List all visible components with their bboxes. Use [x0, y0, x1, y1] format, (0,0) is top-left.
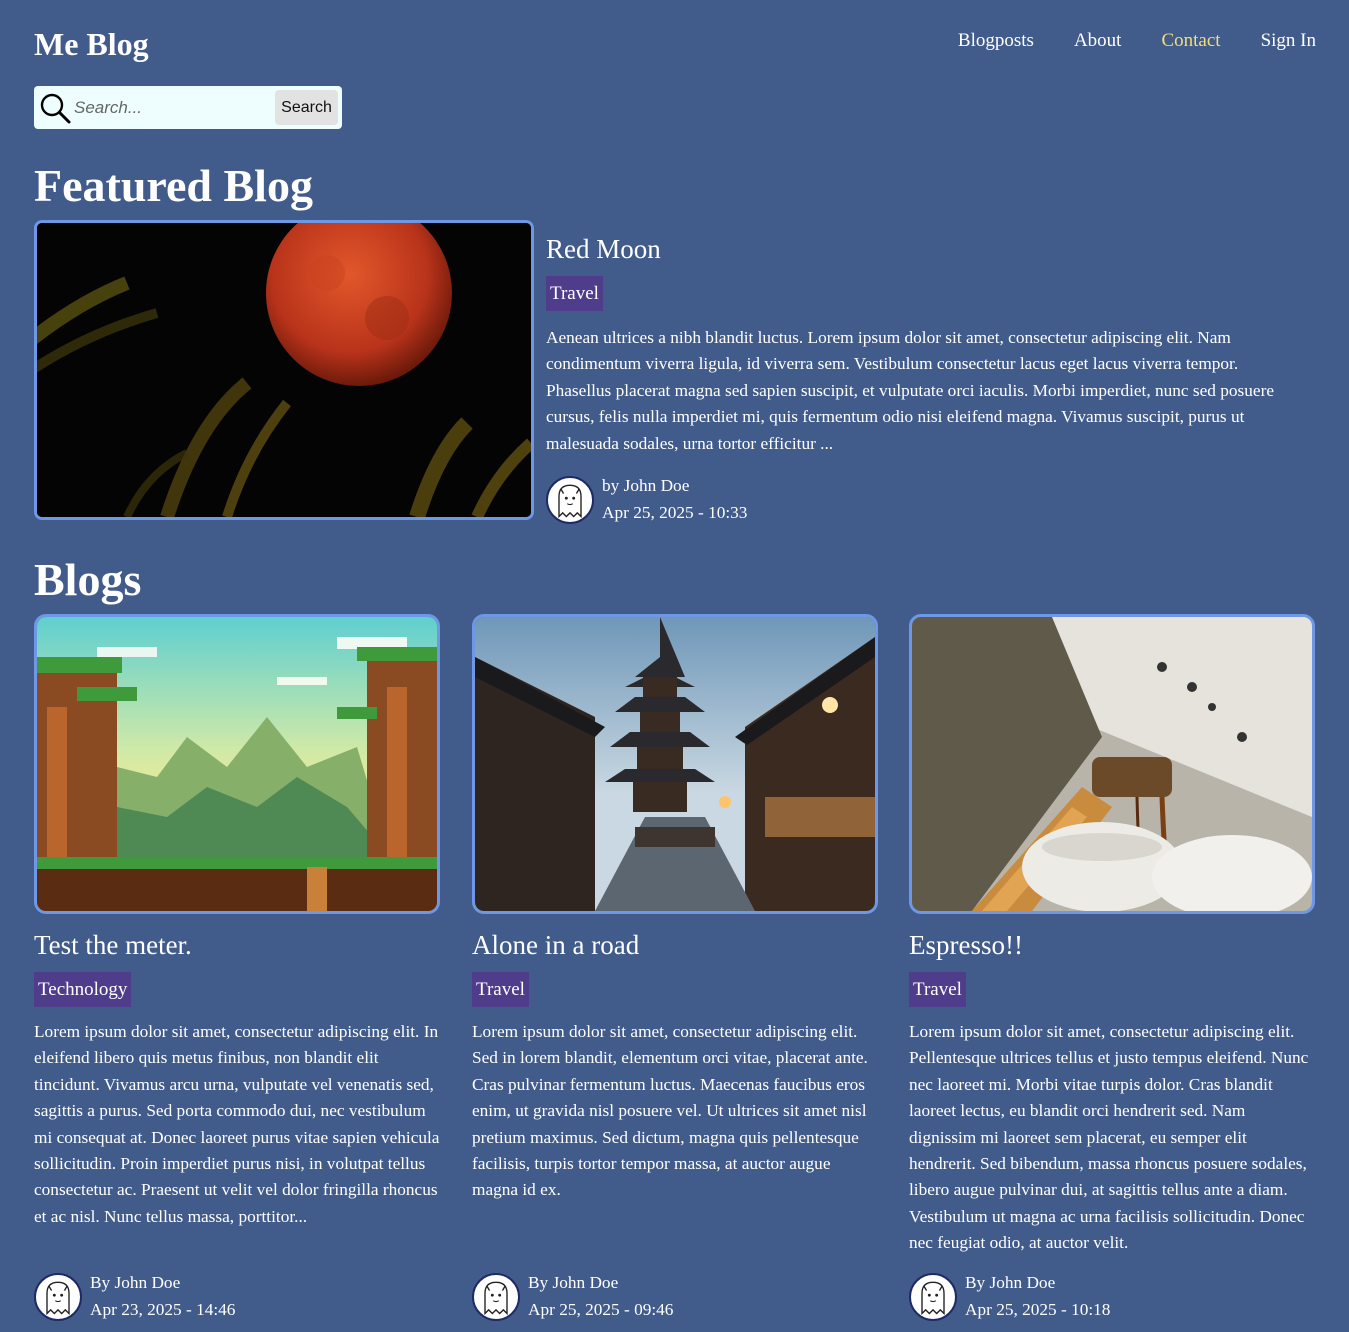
blog-card-excerpt: Lorem ipsum dolor sit amet, consectetur …: [909, 1022, 1309, 1253]
featured-post-tag[interactable]: Travel: [546, 276, 603, 311]
blog-card-author: By John Doe Apr 25, 2025 - 09:46: [472, 1270, 673, 1323]
featured-post: Red Moon Travel Aenean ultrices a nibh b…: [546, 228, 1306, 526]
ghost-avatar-icon: [484, 1281, 508, 1315]
main-nav: Blogposts About Contact Sign In: [958, 30, 1316, 52]
blog-card-author: By John Doe Apr 25, 2025 - 10:18: [909, 1270, 1110, 1323]
blog-card-title[interactable]: Alone in a road: [472, 924, 878, 966]
author-name[interactable]: By John Doe: [90, 1270, 235, 1297]
nav-sign-in[interactable]: Sign In: [1261, 30, 1316, 52]
blog-card-excerpt: Lorem ipsum dolor sit amet, consectetur …: [472, 1022, 868, 1200]
blog-card-title[interactable]: Espresso!!: [909, 924, 1315, 966]
featured-section-title: Featured Blog: [34, 160, 313, 211]
search-input[interactable]: [72, 90, 266, 125]
post-date: Apr 25, 2025 - 09:46: [528, 1299, 674, 1319]
author-name[interactable]: By John Doe: [965, 1270, 1110, 1297]
featured-post-title[interactable]: Red Moon: [546, 228, 1306, 270]
blog-card-title[interactable]: Test the meter.: [34, 924, 440, 966]
blogs-section-title: Blogs: [34, 554, 142, 605]
blog-card-tag[interactable]: Travel: [909, 972, 966, 1007]
blog-card-image[interactable]: [472, 614, 878, 914]
search-button[interactable]: Search: [275, 90, 338, 125]
blog-card: Espresso!! Travel Lorem ipsum dolor sit …: [909, 614, 1315, 1321]
post-date: Apr 25, 2025 - 10:18: [965, 1299, 1111, 1319]
nav-blogposts[interactable]: Blogposts: [958, 30, 1034, 52]
ghost-avatar-icon: [921, 1281, 945, 1315]
featured-post-author: by John Doe Apr 25, 2025 - 10:33: [546, 473, 1306, 526]
ghost-avatar-icon: [558, 484, 582, 518]
nav-about[interactable]: About: [1074, 30, 1122, 52]
author-name[interactable]: by John Doe: [602, 473, 747, 500]
blog-card: Alone in a road Travel Lorem ipsum dolor…: [472, 614, 878, 1321]
search-icon: [40, 93, 71, 123]
featured-post-excerpt: Aenean ultrices a nibh blandit luctus. L…: [546, 328, 1275, 453]
blog-card-author: By John Doe Apr 23, 2025 - 14:46: [34, 1270, 235, 1323]
avatar: [909, 1272, 957, 1321]
search-bar: Search: [34, 86, 342, 129]
avatar: [472, 1272, 520, 1321]
blog-card-image[interactable]: [34, 614, 440, 914]
blog-card-image[interactable]: [909, 614, 1315, 914]
avatar: [546, 475, 594, 524]
ghost-avatar-icon: [46, 1281, 70, 1315]
post-date: Apr 25, 2025 - 10:33: [602, 502, 748, 522]
avatar: [34, 1272, 82, 1321]
author-name[interactable]: By John Doe: [528, 1270, 673, 1297]
post-date: Apr 23, 2025 - 14:46: [90, 1299, 236, 1319]
blog-card-tag[interactable]: Technology: [34, 972, 132, 1007]
blog-card: Test the meter. Technology Lorem ipsum d…: [34, 614, 440, 1321]
featured-post-image[interactable]: [34, 220, 534, 520]
site-logo[interactable]: Me Blog: [34, 24, 149, 64]
blog-card-excerpt: Lorem ipsum dolor sit amet, consectetur …: [34, 1022, 440, 1226]
site-header: Me Blog Blogposts About Contact Sign In: [34, 24, 1316, 68]
blog-card-tag[interactable]: Travel: [472, 972, 529, 1007]
nav-contact[interactable]: Contact: [1161, 30, 1220, 52]
